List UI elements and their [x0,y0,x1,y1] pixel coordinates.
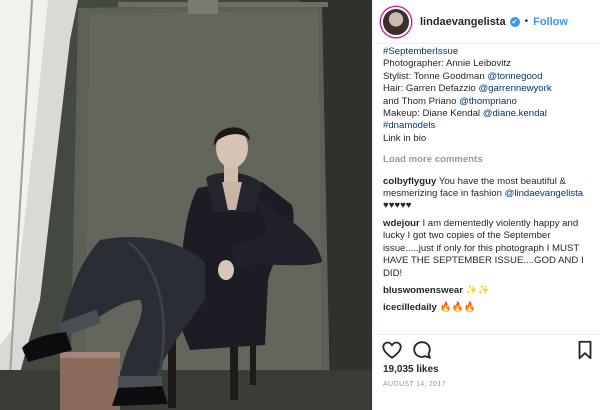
caption-hashtag[interactable]: #SeptemberIssue [383,46,458,57]
bookmark-icon[interactable] [575,339,595,366]
caption-line: #SeptemberIssue [383,46,597,58]
comment-item: bluswomenswear ✨✨ [383,285,597,297]
comment-author[interactable]: icecilledaily [383,302,437,313]
caption-text: and Thom Priano [383,95,460,107]
load-more-comments-button[interactable]: Load more comments [383,154,597,166]
comment-text: 🔥🔥🔥 [439,302,476,314]
caption-line: Photographer: Annie Leibovitz [383,58,597,70]
post-header: lindaevangelista ✔ • Follow [373,0,600,44]
caption-mention[interactable]: @tonnegood [487,71,542,82]
post-caption: #SeptemberIssue Photographer: Annie Leib… [383,46,597,145]
comment-text: ✨✨ [465,284,490,296]
comment-item: wdejour I am dementedly violently happy … [383,218,597,280]
caption-text: Photographer: Annie Leibovitz [383,58,512,70]
header-username[interactable]: lindaevangelista [420,16,506,28]
caption-mention[interactable]: @diane.kendal [483,108,547,119]
avatar[interactable] [381,6,411,37]
caption-line: Link in bio [383,133,597,145]
comments-section: #SeptemberIssue Photographer: Annie Leib… [383,46,597,332]
caption-line: Stylist: Tonne Goodman @tonnegood [383,71,597,83]
post-date: AUGUST 14, 2017 [383,381,446,388]
caption-text: Link in bio [383,132,427,144]
comment-icon[interactable] [411,339,433,366]
caption-text: Makeup: Diane Kendal [383,108,483,120]
post-sidebar: lindaevangelista ✔ • Follow #SeptemberIs… [372,0,600,410]
comment-item: icecilledaily 🔥🔥🔥 [383,302,597,314]
likes-count[interactable]: 19,035 likes [383,364,439,375]
caption-text: Stylist: Tonne Goodman [383,70,488,82]
caption-mention[interactable]: @thompriano [459,96,517,107]
caption-hashtag[interactable]: #dnamodels [383,120,435,131]
verified-badge-icon: ✔ [509,16,520,27]
photo-scene [0,0,372,410]
caption-mention[interactable]: @garrennewyork [478,83,551,94]
comment-author[interactable]: wdejour [383,218,420,229]
caption-line: #dnamodels [383,120,597,132]
comment-item: colbyflyguy You have the most beautiful … [383,176,597,213]
header-separator: • [524,16,529,27]
comment-mention[interactable]: @lindaevangelista [505,188,584,199]
caption-line: Makeup: Diane Kendal @diane.kendal [383,108,597,120]
caption-line: and Thom Priano @thompriano [383,96,597,108]
post-photo[interactable] [0,0,372,410]
caption-text: Hair: Garren Defazzio [383,83,479,95]
post-actions [373,334,600,364]
comment-author[interactable]: bluswomenswear [383,285,463,296]
follow-button[interactable]: Follow [533,16,568,28]
heart-icon[interactable] [381,339,403,366]
comment-author[interactable]: colbyflyguy [383,176,436,187]
caption-line: Hair: Garren Defazzio @garrennewyork [383,83,597,95]
comment-suffix: ♥♥♥♥♥ [383,200,412,212]
